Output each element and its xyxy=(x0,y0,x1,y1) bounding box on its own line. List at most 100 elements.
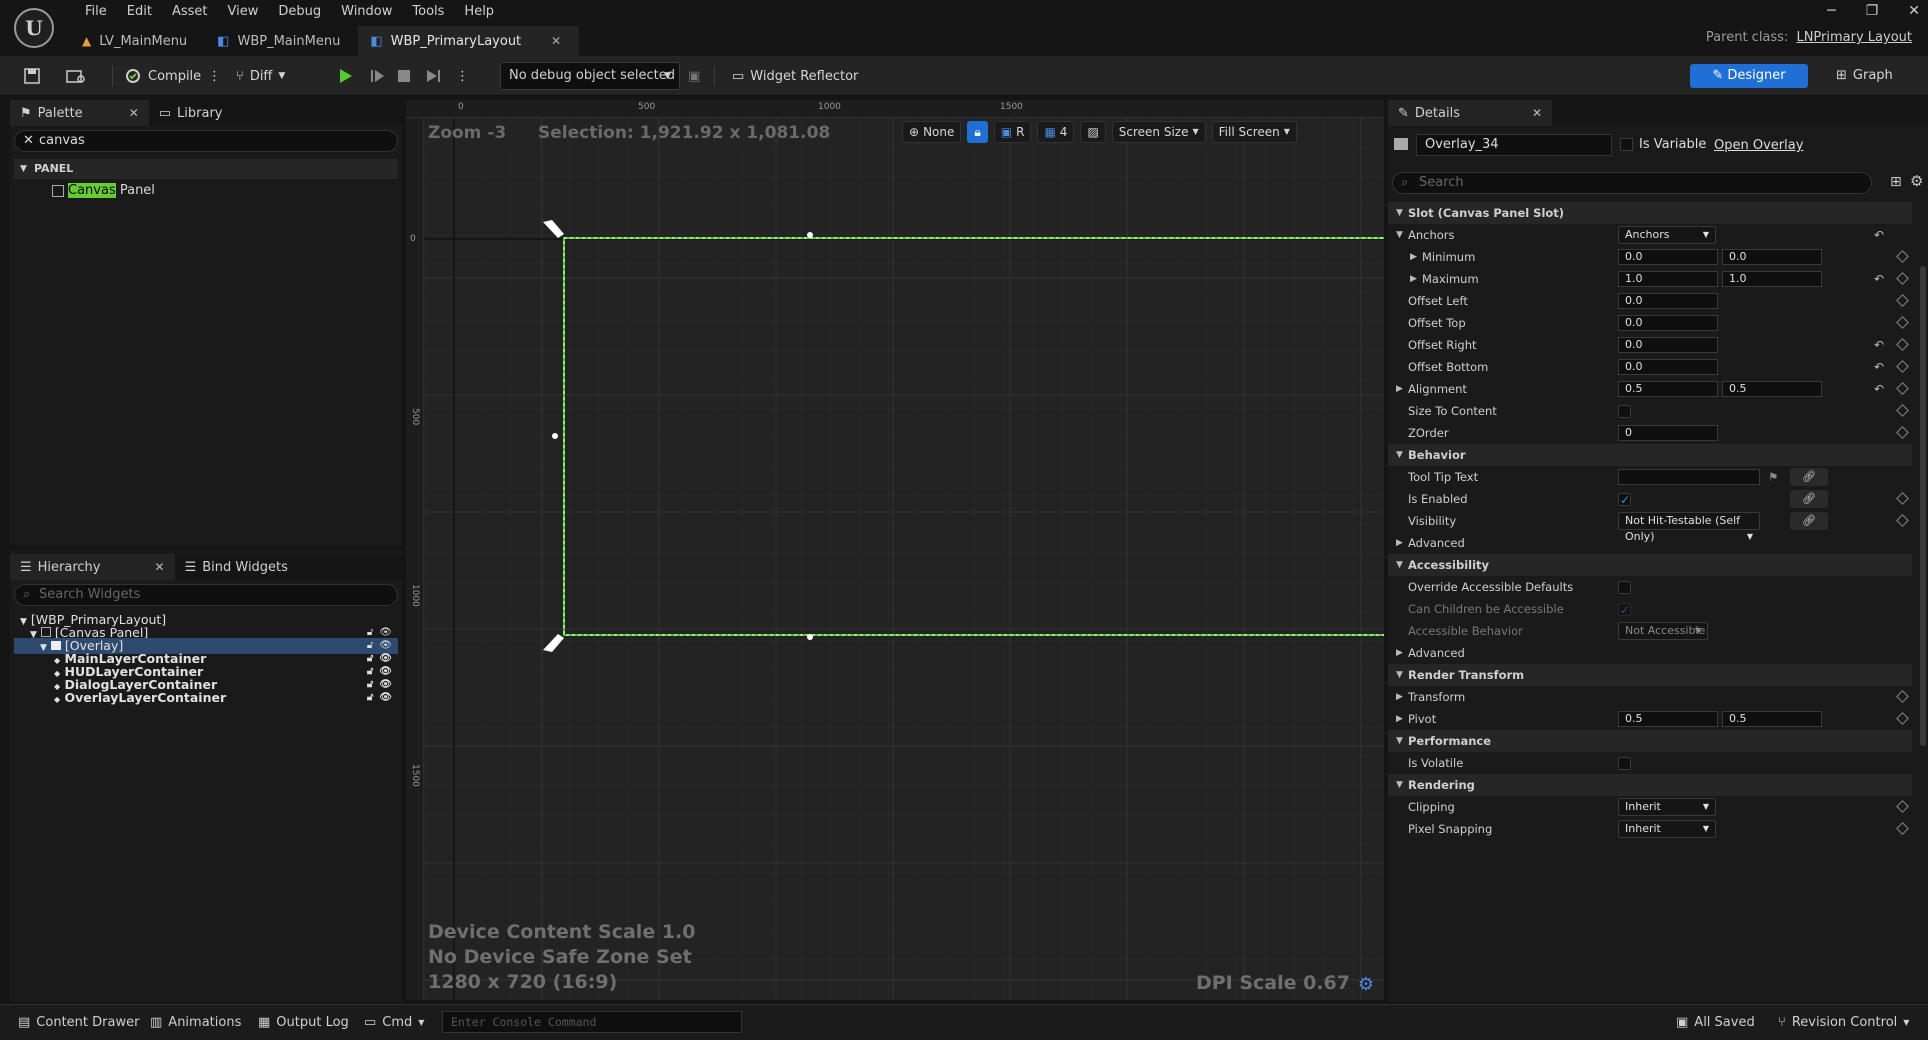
zorder-input[interactable]: 0 xyxy=(1618,425,1718,441)
is-variable-toggle[interactable]: Is Variable xyxy=(1620,137,1706,152)
localize-flag-icon[interactable]: ⚑ xyxy=(1768,466,1778,488)
clear-search-icon[interactable]: ✕ xyxy=(23,131,34,151)
is-variable-checkbox[interactable] xyxy=(1620,138,1633,151)
open-overlay-link[interactable]: Open Overlay xyxy=(1714,138,1803,153)
table-view-icon[interactable]: ⊞ xyxy=(1890,174,1902,190)
category-render-transform[interactable]: ▼ Render Transform xyxy=(1388,664,1912,686)
tooltip-input[interactable] xyxy=(1618,469,1760,485)
restore-icon[interactable]: ❐ xyxy=(1866,0,1879,22)
lock-icon[interactable]: 🔓︎ xyxy=(367,690,373,706)
tab-wbp-mainmenu[interactable]: ◧ WBP_MainMenu xyxy=(205,26,358,56)
keyframe-icon[interactable] xyxy=(1896,800,1909,813)
cmd-dropdown[interactable]: ▭ Cmd ▼ xyxy=(364,1015,424,1030)
keyframe-icon[interactable] xyxy=(1896,250,1909,263)
respect-locks-toggle[interactable]: ▣ R xyxy=(993,121,1032,143)
close-icon[interactable]: ✕ xyxy=(155,560,165,574)
menu-edit[interactable]: Edit xyxy=(117,2,162,22)
widget-reflector-button[interactable]: ▭ Widget Reflector xyxy=(732,63,858,89)
reset-icon[interactable]: ↶ xyxy=(1874,268,1884,290)
clipping-dropdown[interactable]: Inherit ▼ xyxy=(1618,798,1716,816)
keyframe-icon[interactable] xyxy=(1896,426,1909,439)
close-icon[interactable]: ✕ xyxy=(129,106,139,120)
prop-advanced-accessibility[interactable]: ▶ Advanced xyxy=(1388,642,1912,664)
content-drawer-button[interactable]: ▤ Content Drawer xyxy=(18,1015,139,1030)
settings-gear-icon[interactable]: ⚙ xyxy=(1910,172,1923,190)
outline-toggle[interactable]: ▨ xyxy=(1080,121,1106,143)
minimize-icon[interactable]: ─ xyxy=(1827,0,1835,22)
category-accessibility[interactable]: ▼ Accessibility xyxy=(1388,554,1912,576)
keyframe-icon[interactable] xyxy=(1896,690,1909,703)
designer-mode-button[interactable]: ✎ Designer xyxy=(1690,64,1808,88)
reset-icon[interactable]: ↶ xyxy=(1874,334,1884,356)
console-command-input[interactable]: Enter Console Command xyxy=(442,1011,742,1033)
play-button[interactable] xyxy=(336,63,354,89)
size-to-content-checkbox[interactable] xyxy=(1618,405,1631,418)
menu-file[interactable]: File xyxy=(75,2,117,22)
close-icon[interactable]: ✕ xyxy=(1532,106,1542,120)
menu-debug[interactable]: Debug xyxy=(268,2,331,22)
keyframe-icon[interactable] xyxy=(1896,404,1909,417)
hierarchy-search-input[interactable]: ⌕ Search Widgets xyxy=(14,584,398,606)
menu-window[interactable]: Window xyxy=(331,2,402,22)
tab-palette[interactable]: ⚑ Palette ✕ xyxy=(10,100,149,126)
tab-bind-widgets[interactable]: ☰ Bind Widgets xyxy=(175,554,298,580)
all-saved-button[interactable]: ▣ All Saved xyxy=(1676,1015,1755,1030)
menu-view[interactable]: View xyxy=(218,2,269,22)
fill-screen-dropdown[interactable]: Fill Screen ▼ xyxy=(1211,121,1297,143)
save-button[interactable] xyxy=(24,63,40,89)
animations-button[interactable]: ▥ Animations xyxy=(150,1015,241,1030)
localization-preview-button[interactable]: ⊕ None xyxy=(902,121,962,143)
frame-skip-button[interactable] xyxy=(368,63,386,89)
is-enabled-checkbox[interactable] xyxy=(1618,489,1631,511)
menu-tools[interactable]: Tools xyxy=(402,2,454,22)
keyframe-icon[interactable] xyxy=(1896,514,1909,527)
offset-right-input[interactable]: 0.0 xyxy=(1618,337,1718,353)
widget-name-input[interactable]: Overlay_34 xyxy=(1416,134,1612,156)
prop-transform[interactable]: ▶ Transform xyxy=(1388,686,1912,708)
keyframe-icon[interactable] xyxy=(1896,382,1909,395)
parent-class-link[interactable]: LNPrimary Layout xyxy=(1796,30,1912,45)
offset-top-input[interactable]: 0.0 xyxy=(1618,315,1718,331)
unreal-logo-icon[interactable]: U xyxy=(14,8,54,48)
stop-button[interactable] xyxy=(396,63,412,89)
tab-wbp-primarylayout[interactable]: ◧ WBP_PrimaryLayout ✕ xyxy=(358,26,580,56)
details-search-input[interactable]: ⌕ Search xyxy=(1392,172,1872,194)
pivot-y-input[interactable]: 0.5 xyxy=(1722,711,1822,727)
tab-library[interactable]: ▭ Library xyxy=(149,100,233,126)
debug-object-dropdown[interactable]: No debug object selected ▼ xyxy=(500,62,680,90)
keyframe-icon[interactable] xyxy=(1896,822,1909,835)
keyframe-icon[interactable] xyxy=(1896,338,1909,351)
tab-lv-mainmenu[interactable]: ▲ LV_MainMenu xyxy=(70,26,205,56)
pivot-x-input[interactable]: 0.5 xyxy=(1618,711,1718,727)
menu-asset[interactable]: Asset xyxy=(162,2,218,22)
keyframe-icon[interactable] xyxy=(1896,294,1909,307)
palette-search-input[interactable]: ✕ canvas xyxy=(14,130,398,152)
keyframe-icon[interactable] xyxy=(1896,272,1909,285)
grid-snap-toggle[interactable]: ▦ 4 xyxy=(1037,121,1075,143)
reset-icon[interactable]: ↶ xyxy=(1874,356,1884,378)
palette-item-canvas-panel[interactable]: Canvas Panel xyxy=(52,182,155,200)
diff-button[interactable]: ⑂ Diff ▼ xyxy=(236,63,285,89)
compile-options-button[interactable]: ⋮ xyxy=(208,63,221,89)
offset-bottom-input[interactable]: 0.0 xyxy=(1618,359,1718,375)
dpi-settings-icon[interactable]: ⚙ xyxy=(1358,974,1374,995)
maximum-y-input[interactable]: 1.0 xyxy=(1722,271,1822,287)
eject-button[interactable] xyxy=(424,63,442,89)
offset-left-input[interactable]: 0.0 xyxy=(1618,293,1718,309)
anchors-dropdown[interactable]: Anchors ▼ xyxy=(1618,226,1716,244)
minimum-y-input[interactable]: 0.0 xyxy=(1722,249,1822,265)
revision-control-button[interactable]: ⑂ Revision Control ▼ xyxy=(1778,1015,1909,1030)
visibility-icon[interactable]: 👁︎ xyxy=(379,690,392,706)
category-slot[interactable]: ▼ Slot (Canvas Panel Slot) xyxy=(1388,202,1912,224)
pixel-snapping-dropdown[interactable]: Inherit ▼ xyxy=(1618,820,1716,838)
details-scrollbar[interactable] xyxy=(1920,266,1926,746)
category-rendering[interactable]: ▼ Rendering xyxy=(1388,774,1912,796)
bind-button[interactable]: 🔗︎ xyxy=(1790,468,1828,486)
reset-icon[interactable]: ↶ xyxy=(1874,224,1884,246)
lock-toggle[interactable]: 🔒︎ xyxy=(967,121,988,143)
tab-details[interactable]: ✎ Details ✕ xyxy=(1388,100,1553,126)
browse-button[interactable] xyxy=(66,63,86,89)
bind-button[interactable]: 🔗︎ xyxy=(1790,512,1828,530)
keyframe-icon[interactable] xyxy=(1896,360,1909,373)
designer-viewport[interactable]: 0 500 1000 1500 0 500 1000 1500 Zoom -3 … xyxy=(406,100,1384,1000)
